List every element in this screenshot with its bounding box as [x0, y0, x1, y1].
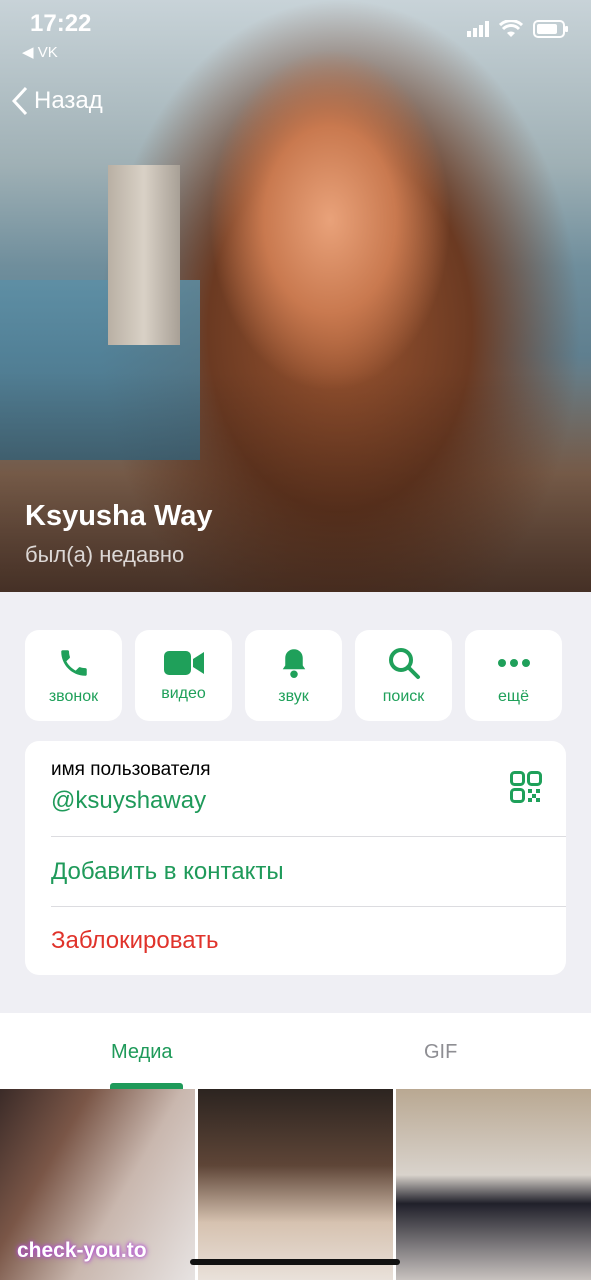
status-bar: 17:22 ◀ VK: [0, 0, 591, 61]
divider: [51, 906, 566, 907]
more-label: ещё: [498, 687, 529, 705]
phone-icon: [60, 649, 87, 676]
media-thumbnail[interactable]: [198, 1089, 393, 1280]
chevron-left-icon: [12, 86, 28, 116]
profile-name: Ksyusha Way: [25, 500, 213, 532]
divider: [51, 836, 566, 837]
status-icons: [467, 20, 569, 38]
back-button[interactable]: Назад: [12, 86, 103, 116]
profile-status: был(а) недавно: [25, 542, 185, 567]
video-icon: [163, 650, 204, 675]
more-icon: [497, 658, 530, 667]
username-value[interactable]: @ksuyshaway: [51, 787, 211, 815]
video-button[interactable]: видео: [135, 630, 232, 721]
tab-gif[interactable]: GIF: [424, 1041, 457, 1064]
battery-icon: [533, 20, 568, 38]
username-row[interactable]: имя пользователя @ksuyshaway: [51, 759, 211, 815]
wifi-icon: [499, 20, 523, 37]
block-button[interactable]: Заблокировать: [51, 927, 219, 955]
watermark: check-you.to: [17, 1239, 147, 1262]
search-button[interactable]: поиск: [355, 630, 452, 721]
search-icon: [388, 647, 420, 679]
add-contact-button[interactable]: Добавить в контакты: [51, 858, 284, 886]
media-thumbnail[interactable]: [396, 1089, 591, 1280]
home-indicator: [190, 1259, 400, 1265]
more-button[interactable]: ещё: [465, 630, 562, 721]
qr-code-icon[interactable]: [510, 771, 542, 803]
status-time: 17:22: [30, 10, 92, 37]
call-button[interactable]: звонок: [25, 630, 122, 721]
search-label: поиск: [382, 687, 425, 705]
bell-icon: [282, 648, 305, 678]
signal-icon: [467, 21, 489, 37]
back-label: Назад: [34, 87, 103, 114]
action-buttons: звонок видео звук поиск ещё: [25, 630, 566, 721]
call-label: звонок: [48, 687, 99, 705]
video-label: видео: [161, 684, 206, 702]
back-to-app[interactable]: ◀ VK: [22, 43, 58, 61]
sound-button[interactable]: звук: [245, 630, 342, 721]
info-card: имя пользователя @ksuyshaway Добавить в …: [25, 741, 566, 975]
media-tabs: Медиа GIF: [0, 1013, 591, 1089]
background-pillar: [108, 165, 180, 345]
tab-media[interactable]: Медиа: [111, 1041, 173, 1064]
sound-label: звук: [278, 687, 309, 705]
username-title: имя пользователя: [51, 759, 211, 780]
